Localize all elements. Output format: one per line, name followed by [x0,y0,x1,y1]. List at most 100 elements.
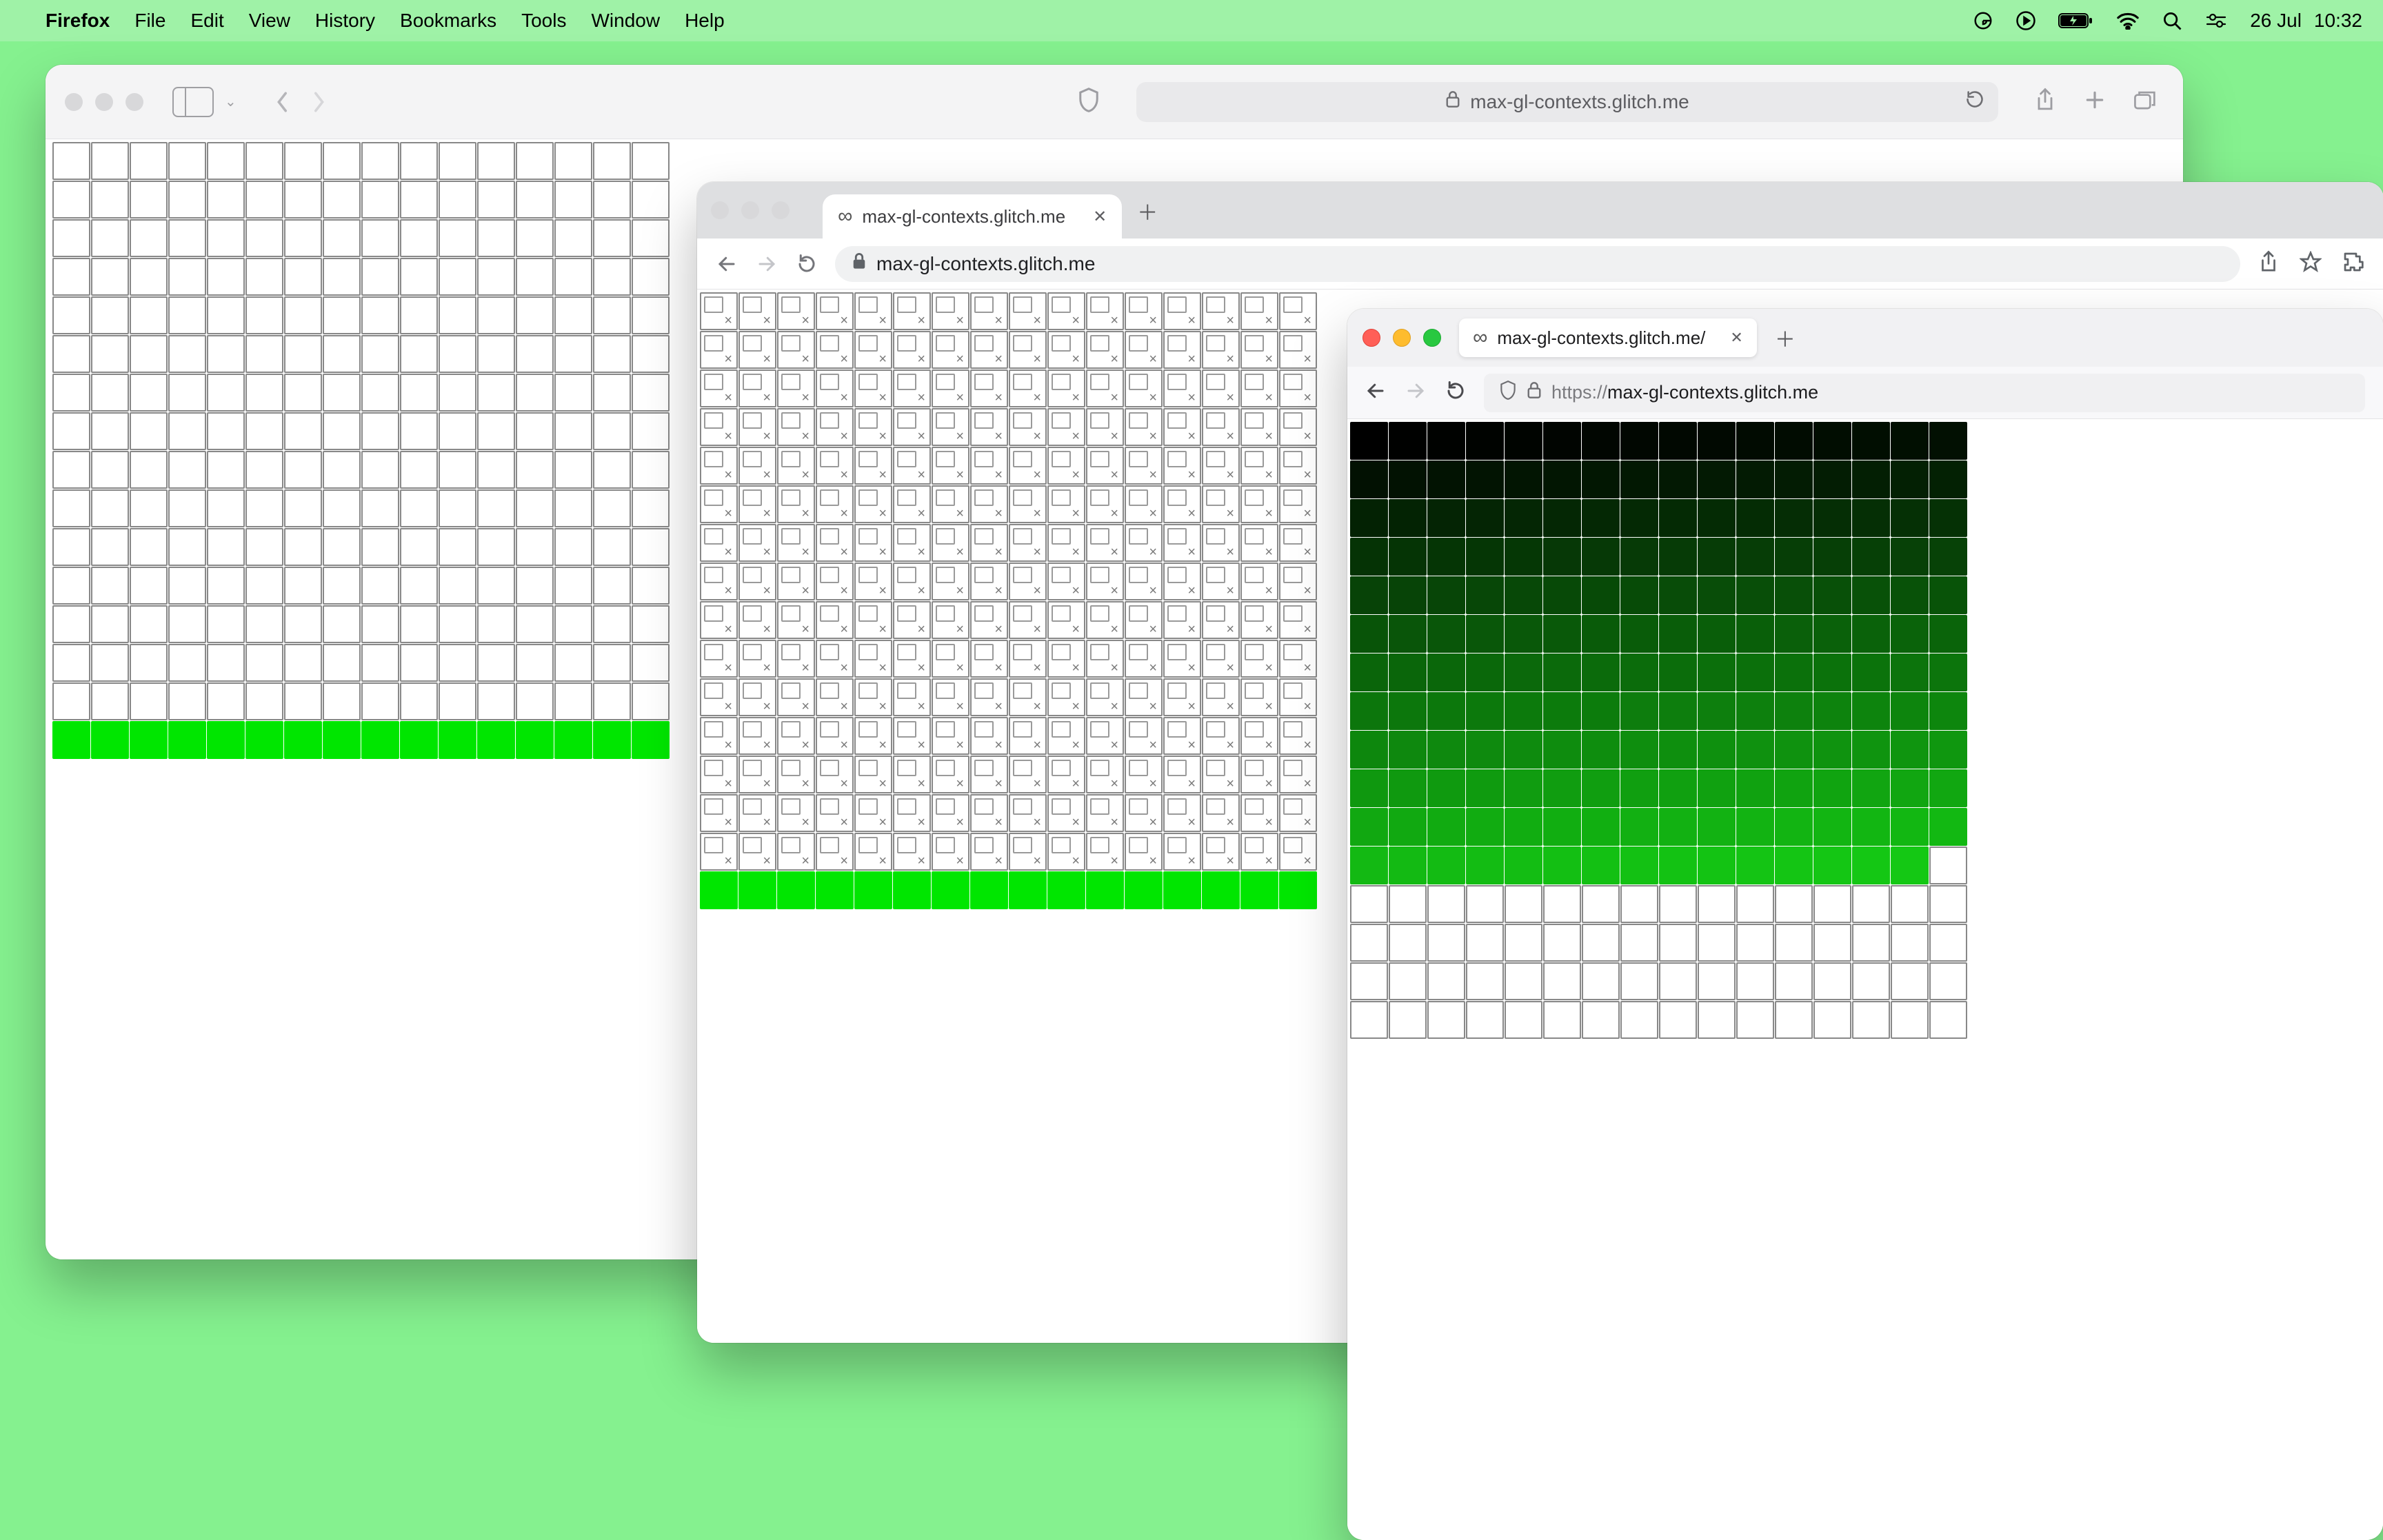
share-icon[interactable] [2258,250,2279,277]
chrome-new-tab-button[interactable]: ＋ [1137,196,1158,226]
canvas-cell [1891,1001,1929,1039]
canvas-cell [1736,615,1774,653]
canvas-cell [1736,422,1774,460]
canvas-cell [1775,769,1813,807]
canvas-cell-lost [1240,833,1278,871]
new-tab-icon[interactable] [2084,89,2106,114]
menubar-clock[interactable]: 26 Jul 10:32 [2250,10,2362,32]
tab-overview-icon[interactable] [2133,90,2157,114]
canvas-cell [632,451,670,489]
menu-help[interactable]: Help [685,10,725,32]
canvas-cell [323,528,361,566]
tracking-protection-icon[interactable] [1499,380,1517,405]
canvas-cell-lost [816,601,854,639]
traffic-close[interactable] [1363,329,1380,347]
canvas-cell [1891,885,1929,923]
reload-icon[interactable] [796,254,817,274]
canvas-cell-lost [1240,640,1278,678]
spotlight-icon[interactable] [2162,10,2182,31]
extensions-icon[interactable] [2342,251,2364,276]
traffic-minimize[interactable] [1393,329,1411,347]
canvas-cell [593,721,631,759]
canvas-cell [477,181,515,219]
canvas-cell-lost [1163,794,1201,832]
chrome-omnibox[interactable]: max-gl-contexts.glitch.me [835,246,2240,282]
traffic-maximize[interactable] [125,93,143,111]
canvas-cell [1543,692,1581,730]
canvas-cell-lost [893,640,931,678]
canvas-cell [477,567,515,605]
canvas-cell [1466,576,1504,614]
forward-icon[interactable] [1405,381,1426,405]
traffic-close[interactable] [65,93,83,111]
chevron-down-icon[interactable]: ⌄ [225,93,237,110]
canvas-cell [554,296,592,334]
firefox-canvas-grid [1347,419,2383,1042]
canvas-cell-lost [970,833,1008,871]
traffic-minimize[interactable] [95,93,113,111]
canvas-cell [1929,769,1967,807]
canvas-cell-lost [893,794,931,832]
canvas-cell [1350,769,1388,807]
firefox-new-tab-button[interactable]: ＋ [1775,323,1796,353]
canvas-cell [1852,847,1890,884]
back-icon[interactable] [274,90,292,114]
menu-view[interactable]: View [249,10,290,32]
canvas-cell-lost [1240,678,1278,716]
menubar-app-name[interactable]: Firefox [46,10,110,32]
bookmark-star-icon[interactable] [2300,251,2322,276]
share-icon[interactable] [2034,88,2056,116]
canvas-cell [1736,499,1774,537]
canvas-cell [1852,576,1890,614]
canvas-cell [1620,885,1658,923]
canvas-cell [1929,924,1967,962]
forward-icon[interactable] [756,254,777,274]
menu-window[interactable]: Window [591,10,660,32]
traffic-maximize[interactable] [1423,329,1441,347]
lock-icon[interactable] [1527,381,1542,404]
control-center-icon[interactable] [2204,12,2228,30]
canvas-cell [1466,499,1504,537]
canvas-cell [1736,769,1774,807]
menu-tools[interactable]: Tools [521,10,566,32]
canvas-cell-lost [1047,331,1085,369]
wifi-icon[interactable] [2116,12,2140,30]
now-playing-icon[interactable] [2015,10,2036,31]
back-icon[interactable] [1365,381,1386,405]
canvas-cell [1813,615,1851,653]
canvas-cell-lost [700,369,738,407]
google-g-icon[interactable] [1973,10,1993,31]
safari-sidebar-button[interactable] [172,87,214,117]
menu-file[interactable]: File [134,10,165,32]
reload-icon[interactable] [1965,90,1984,114]
reload-icon[interactable] [1445,381,1466,405]
canvas-cell [1698,654,1736,691]
chrome-nav [716,254,817,274]
canvas-cell-lost [1125,408,1163,446]
menu-bookmarks[interactable]: Bookmarks [400,10,496,32]
firefox-urlbar[interactable]: https://max-gl-contexts.glitch.me [1484,374,2365,412]
traffic-close[interactable] [711,201,729,219]
tab-close-icon[interactable]: ✕ [1093,207,1107,227]
canvas-cell-lost [777,331,815,369]
traffic-minimize[interactable] [741,201,759,219]
battery-icon[interactable] [2058,12,2094,30]
canvas-cell-lost [1086,640,1124,678]
firefox-tab-active[interactable]: ∞ max-gl-contexts.glitch.me/ ✕ [1459,318,1757,357]
chrome-tab-active[interactable]: ∞ max-gl-contexts.glitch.me ✕ [823,194,1122,239]
canvas-cell [516,451,554,489]
back-icon[interactable] [716,254,737,274]
tab-close-icon[interactable]: ✕ [1730,329,1742,347]
menu-history[interactable]: History [315,10,375,32]
canvas-cell [1698,615,1736,653]
privacy-shield-icon[interactable] [1077,87,1100,116]
canvas-cell [1427,885,1465,923]
forward-icon[interactable] [310,90,328,114]
canvas-cell [477,412,515,450]
canvas-cell [1698,885,1736,923]
safari-address-bar[interactable]: max-gl-contexts.glitch.me [1136,82,1998,122]
canvas-cell-lost [700,563,738,600]
canvas-cell [477,644,515,682]
menu-edit[interactable]: Edit [190,10,223,32]
traffic-maximize[interactable] [772,201,790,219]
